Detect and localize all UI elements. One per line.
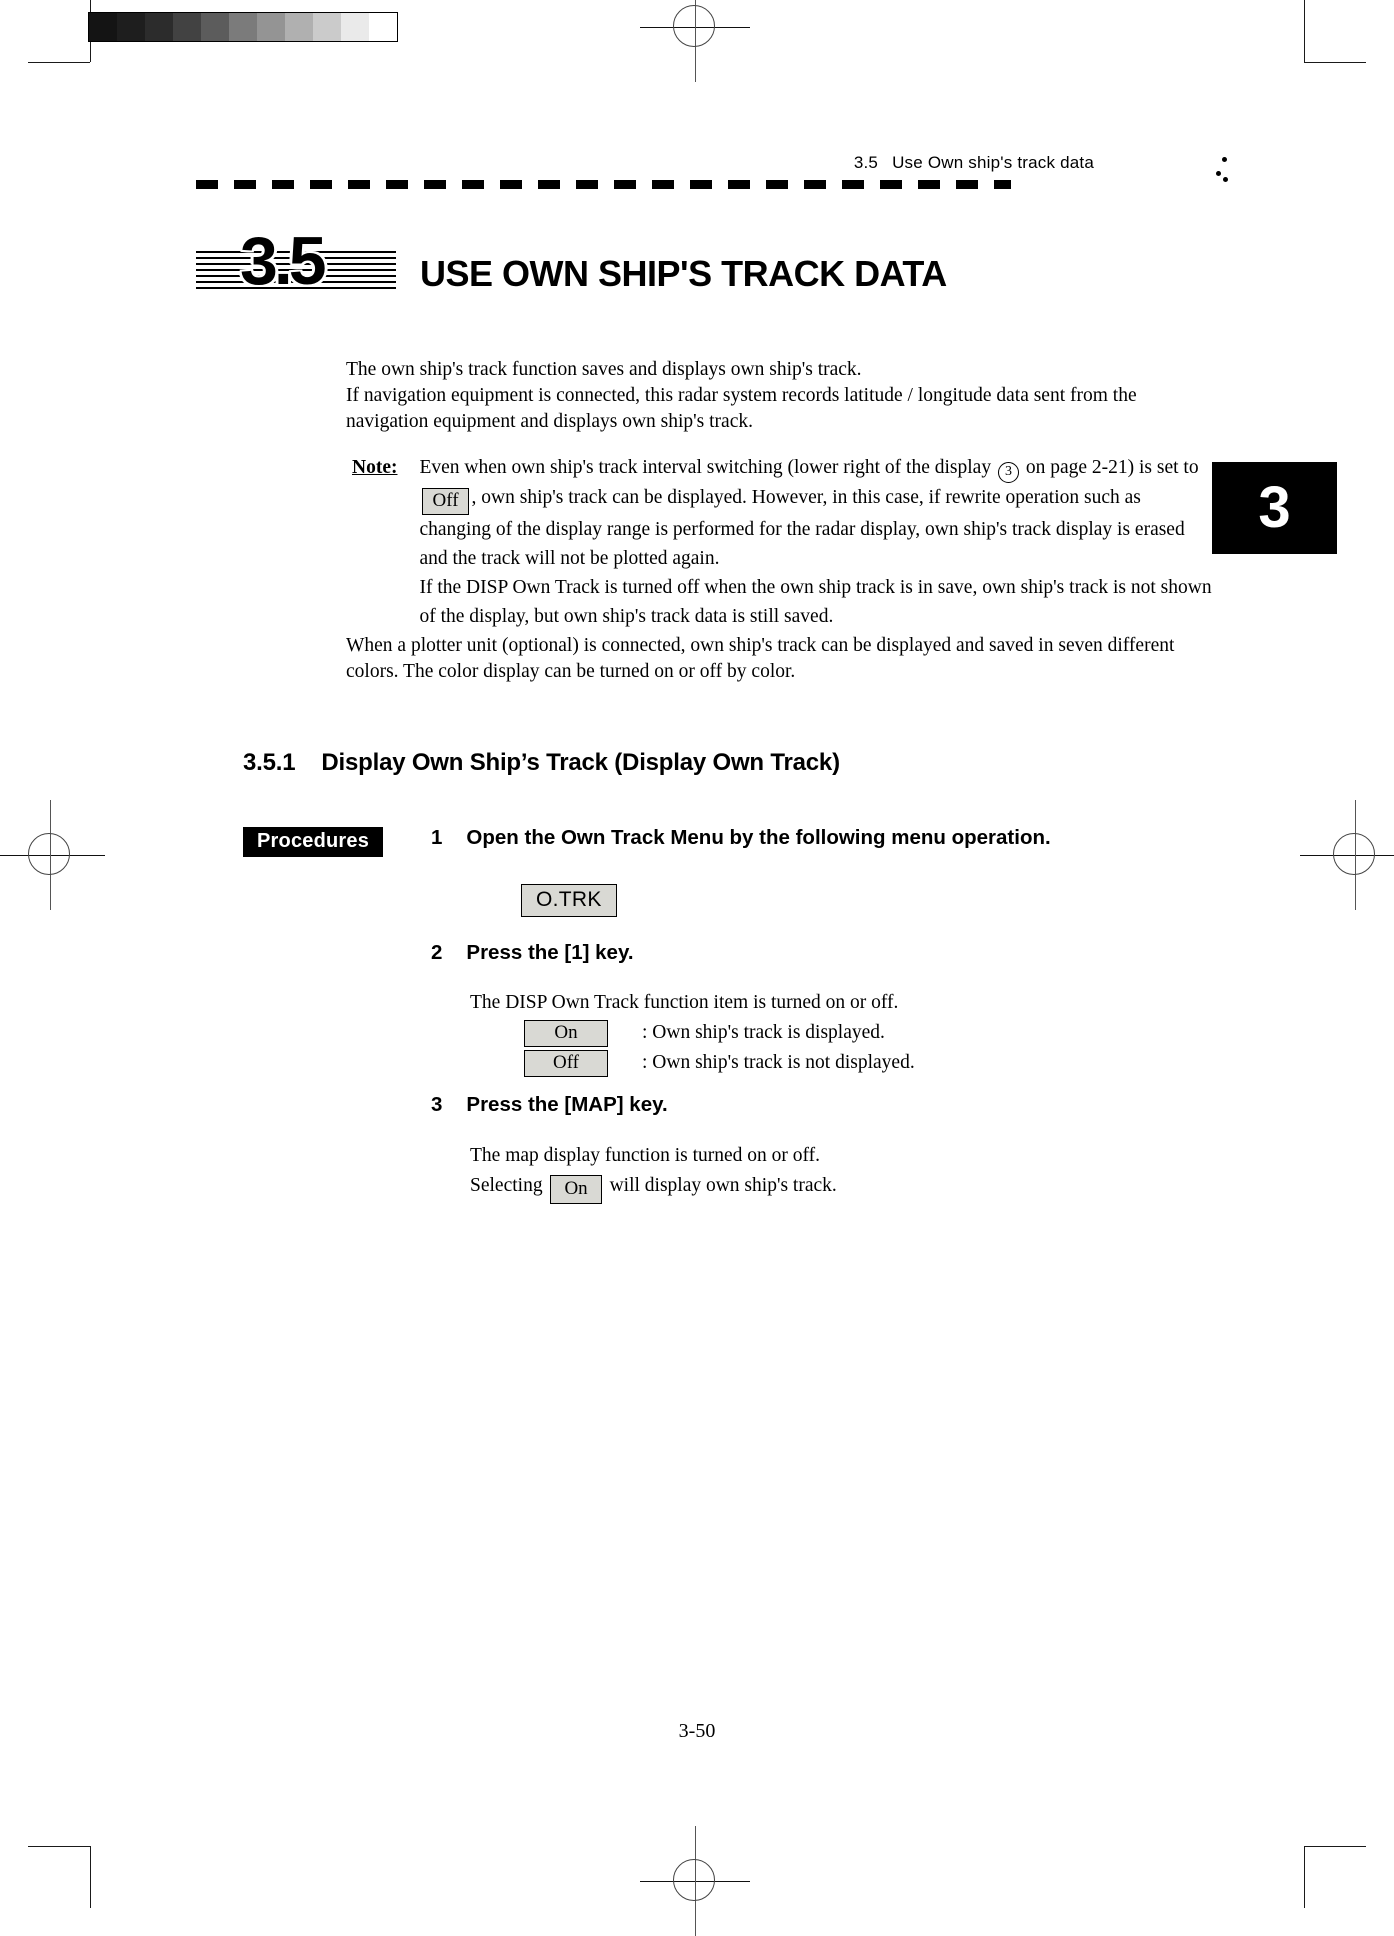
grayscale-swatch-6 bbox=[257, 13, 285, 41]
page-number: 3-50 bbox=[678, 1720, 716, 1742]
step-1-number: 1 bbox=[431, 826, 443, 849]
option-row-on: On : Own ship's track is displayed. bbox=[470, 1018, 915, 1048]
step-3-body: The map display function is turned on or… bbox=[470, 1141, 837, 1204]
note-label: Note: bbox=[352, 457, 398, 478]
option-on-description: : Own ship's track is displayed. bbox=[642, 1022, 885, 1043]
chapter-heading: 3.5 USE OWN SHIP'S TRACK DATA bbox=[196, 227, 947, 297]
grayscale-swatch-7 bbox=[285, 13, 313, 41]
running-header-text: Use Own ship's track data bbox=[892, 153, 1094, 172]
step-3-select-line: Selecting On will display own ship's tra… bbox=[470, 1171, 837, 1204]
step-3-number: 3 bbox=[431, 1093, 443, 1116]
grayscale-calibration-strip bbox=[88, 12, 398, 42]
grayscale-swatch-8 bbox=[313, 13, 341, 41]
chapter-number-badge: 3.5 bbox=[196, 227, 396, 297]
crop-mark-bottom-left bbox=[28, 1818, 118, 1908]
step-3-heading: 3 Press the [MAP] key. bbox=[431, 1093, 668, 1117]
step-3-body-line: The map display function is turned on or… bbox=[470, 1145, 821, 1166]
grayscale-swatch-10 bbox=[369, 13, 397, 41]
step-3-title: Press the [MAP] key. bbox=[466, 1093, 668, 1116]
intro-line-2: If navigation equipment is connected, th… bbox=[346, 385, 1137, 432]
step-2-body: The DISP Own Track function item is turn… bbox=[470, 988, 915, 1078]
registration-mark-top bbox=[640, 0, 750, 82]
header-dashed-rule bbox=[196, 180, 1011, 189]
running-header-number: 3.5 bbox=[853, 153, 879, 172]
menu-key-otrk[interactable]: O.TRK bbox=[521, 884, 617, 917]
step-3-select-prefix: Selecting bbox=[470, 1175, 543, 1196]
step-1-heading: 1 Open the Own Track Menu by the followin… bbox=[431, 826, 1051, 850]
subsection-heading: 3.5.1 Display Own Ship’s Track (Display O… bbox=[243, 749, 840, 777]
circled-marker-icon: 3 bbox=[997, 462, 1019, 483]
grayscale-swatch-3 bbox=[173, 13, 201, 41]
grayscale-swatch-1 bbox=[117, 13, 145, 41]
procedures-tag: Procedures bbox=[243, 827, 384, 857]
step-1-title: Open the Own Track Menu by the following… bbox=[466, 826, 1051, 849]
subsection-number: 3.5.1 bbox=[243, 749, 296, 776]
grayscale-swatch-5 bbox=[229, 13, 257, 41]
crop-mark-bottom-right bbox=[1276, 1818, 1366, 1908]
chapter-number: 3.5 bbox=[240, 223, 327, 299]
subsection-title: Display Own Ship’s Track (Display Own Tr… bbox=[321, 749, 840, 776]
registration-mark-bottom bbox=[640, 1826, 750, 1936]
running-header: 3.5 Use Own ship's track data bbox=[854, 153, 1094, 173]
closing-paragraph: When a plotter unit (optional) is connec… bbox=[346, 635, 1175, 682]
step-2-title: Press the [1] key. bbox=[466, 941, 634, 964]
header-dots-ornament bbox=[1216, 157, 1230, 187]
option-off-description: : Own ship's track is not displayed. bbox=[642, 1052, 915, 1073]
note-part-2: on page 2-21) is set to bbox=[1025, 457, 1199, 478]
page-title: USE OWN SHIP'S TRACK DATA bbox=[420, 253, 947, 294]
key-off[interactable]: Off bbox=[422, 488, 469, 515]
grayscale-swatch-2 bbox=[145, 13, 173, 41]
grayscale-swatch-4 bbox=[201, 13, 229, 41]
note-part-3: , own ship's track can be displayed. How… bbox=[419, 487, 1185, 569]
step-2-body-line: The DISP Own Track function item is turn… bbox=[470, 992, 899, 1013]
grayscale-swatch-0 bbox=[89, 13, 117, 41]
intro-line-1: The own ship's track function saves and … bbox=[346, 359, 862, 380]
key-off-2[interactable]: Off bbox=[524, 1049, 608, 1077]
step-3-select-suffix: will display own ship's track. bbox=[609, 1175, 837, 1196]
registration-mark-right bbox=[1300, 800, 1394, 910]
chapter-side-tab: 3 bbox=[1212, 462, 1337, 554]
menu-key-otrk-wrap: O.TRK bbox=[521, 884, 617, 917]
intro-paragraph: The own ship's track function saves and … bbox=[346, 357, 1206, 435]
note-body: Even when own ship's track interval swit… bbox=[419, 453, 1212, 631]
key-on-2[interactable]: On bbox=[550, 1175, 602, 1204]
note-part-4: If the DISP Own Track is turned off when… bbox=[419, 577, 1212, 627]
key-on[interactable]: On bbox=[524, 1019, 608, 1047]
registration-mark-left bbox=[0, 800, 105, 910]
note-part-1: Even when own ship's track interval swit… bbox=[419, 457, 992, 478]
crop-mark-top-right bbox=[1276, 0, 1366, 90]
step-2-number: 2 bbox=[431, 941, 443, 964]
step-2-heading: 2 Press the [1] key. bbox=[431, 941, 634, 965]
option-row-off: Off : Own ship's track is not displayed. bbox=[470, 1048, 915, 1078]
note-block: Note: Even when own ship's track interva… bbox=[352, 453, 1212, 631]
grayscale-swatch-9 bbox=[341, 13, 369, 41]
